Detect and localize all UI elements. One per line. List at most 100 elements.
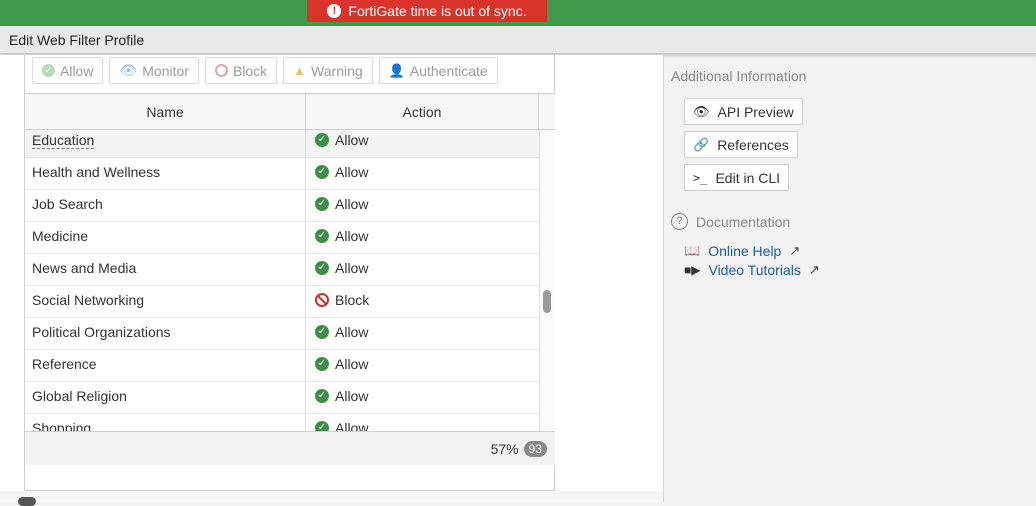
category-name: Job Search — [25, 190, 306, 221]
row-action-cell[interactable]: ✓ Allow — [306, 222, 539, 250]
row-count-badge: 93 — [523, 440, 547, 457]
api-preview-button[interactable]: 👁 API Preview — [684, 98, 803, 125]
warning-icon: ▲ — [293, 63, 307, 78]
warning-filter-button[interactable]: ▲ Warning — [283, 57, 373, 84]
action-label: Allow — [335, 132, 369, 148]
action-label: Block — [335, 292, 370, 308]
action-label: Allow — [335, 228, 369, 244]
scrollbar-thumb[interactable] — [543, 290, 551, 313]
monitor-filter-button[interactable]: 👁 Monitor — [109, 57, 199, 84]
table-row[interactable]: Health and Wellness ✓ Allow — [25, 158, 539, 190]
allow-icon: ✓ — [315, 197, 329, 211]
eye-icon: 👁 — [693, 103, 710, 119]
api-preview-label: API Preview — [717, 103, 794, 120]
check-circle-icon: ✓ — [42, 64, 55, 77]
references-label: References — [717, 136, 789, 153]
table-row[interactable]: Social Networking Block — [25, 286, 539, 318]
block-filter-button[interactable]: Block — [204, 57, 278, 84]
table-header: Name Action — [25, 93, 555, 130]
external-link-icon: ↗ — [808, 262, 820, 277]
row-action-cell[interactable]: ✓ Allow — [306, 130, 539, 154]
table-row[interactable]: Medicine ✓ Allow — [25, 222, 539, 254]
row-action-cell[interactable]: ✓ Allow — [306, 318, 539, 346]
name-column-header[interactable]: Name — [25, 94, 306, 129]
additional-info-heading: Additional Information — [671, 68, 807, 84]
bottom-option-row — [0, 491, 663, 506]
category-rows: Education ✓ Allow Health and Wellness ✓ Al… — [25, 130, 539, 431]
allow-icon: ✓ — [315, 325, 329, 339]
row-name-cell: Education — [25, 130, 306, 157]
category-name: Shopping — [25, 414, 306, 431]
block-icon — [315, 293, 329, 307]
action-label: Allow — [335, 356, 369, 372]
edit-in-cli-label: Edit in CLI — [715, 169, 781, 186]
online-help-link[interactable]: 📖 Online Help ↗ — [684, 243, 800, 259]
user-icon: 👤 — [388, 62, 405, 78]
terminal-icon: >_ — [693, 170, 708, 185]
allow-icon: ✓ — [315, 357, 329, 371]
main-panel: ✓ Allow 👁 Monitor Block ▲ Warning 👤 Auth… — [0, 55, 664, 506]
row-action-cell[interactable]: ✓ Allow — [306, 382, 539, 410]
scroll-percent: 57% — [490, 440, 519, 457]
table-row[interactable]: Reference ✓ Allow — [25, 350, 539, 382]
action-label: Allow — [335, 388, 369, 404]
references-button[interactable]: 🔗 References — [684, 131, 798, 158]
monitor-filter-label: Monitor — [142, 62, 189, 79]
allow-filter-button[interactable]: ✓ Allow — [32, 57, 104, 84]
video-tutorials-link[interactable]: ■▶ Video Tutorials ↗ — [684, 262, 820, 278]
action-column-header[interactable]: Action — [306, 94, 539, 129]
action-label: Allow — [335, 164, 369, 180]
action-filter-toolbar: ✓ Allow 👁 Monitor Block ▲ Warning 👤 Auth… — [32, 57, 498, 85]
category-name: News and Media — [25, 254, 306, 285]
table-scrollbar[interactable] — [539, 130, 555, 431]
allow-icon: ✓ — [315, 165, 329, 179]
allow-icon: ✓ — [315, 133, 329, 147]
allow-icon: ✓ — [315, 261, 329, 275]
allow-filter-label: Allow — [60, 62, 94, 79]
documentation-label: Documentation — [696, 213, 791, 230]
eye-icon: 👁 — [119, 62, 138, 78]
row-action-cell[interactable]: ✓ Allow — [306, 190, 539, 218]
action-label: Allow — [335, 196, 369, 212]
table-row[interactable]: Education ✓ Allow — [25, 130, 539, 158]
category-name: Reference — [25, 350, 306, 381]
alert-icon: ! — [327, 4, 342, 18]
allow-icon: ✓ — [315, 229, 329, 243]
row-action-cell[interactable]: ✓ Allow — [306, 350, 539, 378]
link-icon: 🔗 — [693, 136, 710, 152]
edit-in-cli-button[interactable]: >_ Edit in CLI — [684, 164, 790, 191]
row-action-cell[interactable]: ✓ Allow — [306, 158, 539, 186]
category-name: Education — [32, 132, 95, 149]
row-action-cell[interactable]: ✓ Allow — [306, 414, 539, 431]
table-row[interactable]: Global Religion ✓ Allow — [25, 382, 539, 414]
video-icon: ■▶ — [684, 263, 701, 277]
video-tutorials-label: Video Tutorials — [708, 262, 801, 278]
category-name: Political Organizations — [25, 318, 306, 349]
allow-icon: ✓ — [315, 421, 329, 431]
page-title: Edit Web Filter Profile — [0, 26, 1036, 54]
row-action-cell[interactable]: ✓ Allow — [306, 254, 539, 282]
authenticate-filter-button[interactable]: 👤 Authenticate — [378, 57, 498, 84]
table-row[interactable]: News and Media ✓ Allow — [25, 254, 539, 286]
warning-filter-label: Warning — [311, 62, 363, 79]
category-table-panel: ✓ Allow 👁 Monitor Block ▲ Warning 👤 Auth… — [24, 55, 555, 491]
allow-icon: ✓ — [315, 389, 329, 403]
category-name: Global Religion — [25, 382, 306, 413]
row-action-cell[interactable]: Block — [306, 286, 539, 314]
online-help-label: Online Help — [708, 243, 782, 259]
table-row[interactable]: Shopping ✓ Allow — [25, 414, 539, 431]
category-name: Social Networking — [25, 286, 306, 317]
additional-info-panel: Additional Information 👁 API Preview 🔗 R… — [671, 68, 1031, 191]
block-filter-label: Block — [232, 62, 268, 79]
category-name: Medicine — [25, 222, 306, 253]
question-icon: ? — [671, 213, 688, 230]
table-row[interactable]: Political Organizations ✓ Allow — [25, 318, 539, 350]
table-row[interactable]: Job Search ✓ Allow — [25, 190, 539, 222]
category-name: Health and Wellness — [25, 158, 306, 189]
action-label: Allow — [335, 420, 369, 431]
alert-text: FortiGate time is out of sync. — [348, 3, 527, 19]
authenticate-filter-label: Authenticate — [409, 62, 488, 79]
time-sync-alert[interactable]: ! FortiGate time is out of sync. — [307, 0, 547, 22]
action-label: Allow — [335, 324, 369, 340]
block-icon — [214, 64, 228, 77]
